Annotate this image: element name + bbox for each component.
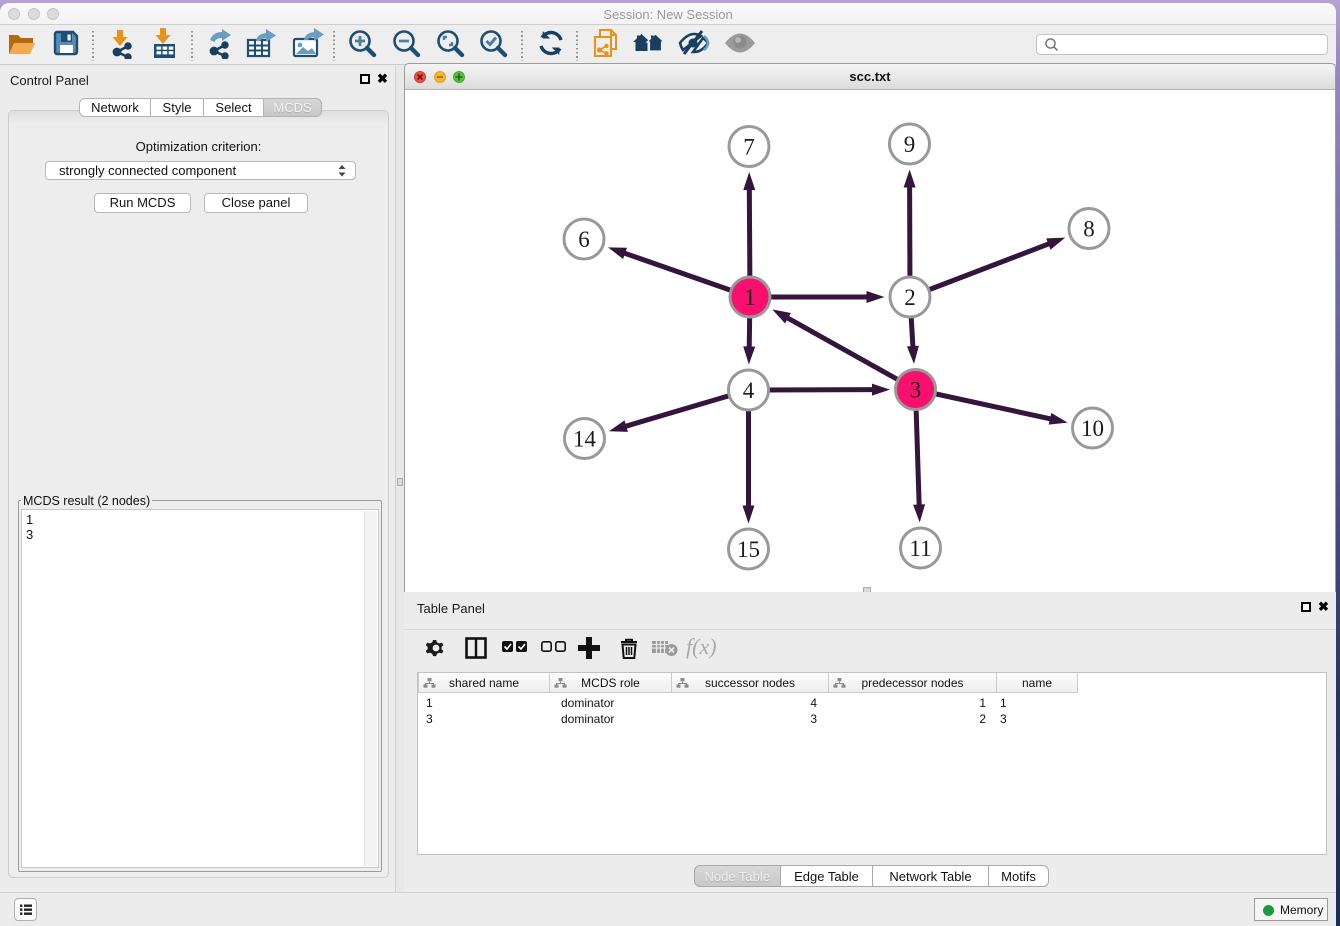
svg-text:10: 10 — [1081, 416, 1104, 441]
svg-text:9: 9 — [904, 132, 916, 157]
svg-text:14: 14 — [573, 427, 597, 452]
svg-text:15: 15 — [737, 537, 760, 562]
svg-text:3: 3 — [910, 378, 922, 403]
svg-text:6: 6 — [578, 227, 590, 252]
svg-text:11: 11 — [909, 536, 931, 561]
svg-text:7: 7 — [743, 135, 755, 160]
svg-text:2: 2 — [904, 285, 916, 310]
svg-text:8: 8 — [1083, 217, 1095, 242]
svg-text:4: 4 — [743, 378, 755, 403]
svg-text:1: 1 — [744, 285, 756, 310]
